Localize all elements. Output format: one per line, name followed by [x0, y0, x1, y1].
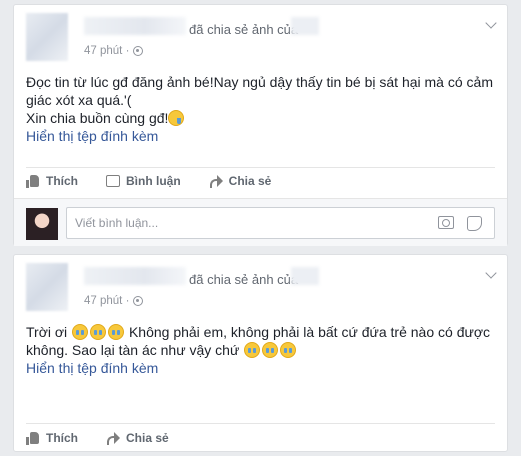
- post-header-text: đã chia sẻ ảnh của: [189, 22, 298, 37]
- chevron-down-icon[interactable]: [485, 267, 497, 279]
- like-button[interactable]: Thích: [26, 431, 78, 445]
- post-header-text: đã chia sẻ ảnh của: [189, 272, 298, 287]
- chevron-down-icon[interactable]: [485, 17, 497, 29]
- globe-icon[interactable]: [133, 296, 144, 306]
- post-time[interactable]: 47 phút ·: [84, 45, 129, 57]
- like-label: Thích: [46, 431, 78, 445]
- post-card: đã chia sẻ ảnh của 47 phút · Trời ơi Khô…: [13, 254, 508, 452]
- share-icon: [106, 432, 120, 445]
- post-text-line: Đọc tin từ lúc gđ đăng ảnh bé!Nay ngủ dậ…: [26, 74, 493, 108]
- crying-emoji-icon: [108, 324, 125, 340]
- like-icon: [26, 431, 40, 445]
- shared-source-name[interactable]: [291, 17, 319, 35]
- like-icon: [26, 174, 40, 188]
- post-actions: Thích Bình luận Chia sẻ: [26, 167, 495, 195]
- post-meta: 47 phút ·: [84, 45, 144, 57]
- post-body: Đọc tin từ lúc gđ đăng ảnh bé!Nay ngủ dậ…: [26, 73, 495, 145]
- crying-emoji-icon: [262, 342, 279, 358]
- crying-emoji-icon: [244, 342, 261, 358]
- post-card: đã chia sẻ ảnh của 47 phút · Đọc tin từ …: [13, 4, 508, 246]
- sticker-icon[interactable]: [467, 216, 482, 231]
- show-attachment-link[interactable]: Hiển thị tệp đính kèm: [26, 359, 495, 377]
- shared-action-text: đã chia sẻ ảnh của: [189, 272, 299, 287]
- crying-emoji-icon: [280, 342, 297, 358]
- crying-emoji-icon: [90, 324, 107, 340]
- post-meta: 47 phút ·: [84, 295, 144, 307]
- like-button[interactable]: Thích: [26, 174, 78, 188]
- author-avatar[interactable]: [26, 263, 68, 311]
- share-button[interactable]: Chia sẻ: [106, 431, 169, 445]
- post-body: Trời ơi Không phải em, không phải là bất…: [26, 323, 495, 377]
- sad-emoji-icon: [168, 110, 185, 126]
- post-text-line: Trời ơi: [26, 324, 68, 340]
- author-name[interactable]: [84, 17, 186, 35]
- crying-emoji-icon: [72, 324, 89, 340]
- author-name[interactable]: [84, 267, 186, 285]
- shared-source-name[interactable]: [291, 267, 319, 285]
- globe-icon[interactable]: [133, 46, 144, 56]
- camera-icon[interactable]: [438, 216, 454, 229]
- post-time[interactable]: 47 phút ·: [84, 295, 129, 307]
- comment-button[interactable]: Bình luận: [106, 174, 181, 188]
- post-actions: Thích Chia sẻ: [26, 424, 495, 452]
- share-label: Chia sẻ: [126, 431, 169, 445]
- show-attachment-link[interactable]: Hiển thị tệp đính kèm: [26, 127, 495, 145]
- avatar[interactable]: [26, 208, 58, 240]
- share-icon: [209, 175, 223, 188]
- author-avatar[interactable]: [26, 13, 68, 61]
- comment-input[interactable]: Viết bình luận...: [66, 207, 495, 239]
- share-label: Chia sẻ: [228, 174, 272, 188]
- comment-icon: [106, 175, 120, 187]
- comment-label: Bình luận: [126, 174, 181, 188]
- comment-composer: Viết bình luận...: [14, 198, 507, 246]
- shared-action-text: đã chia sẻ ảnh của: [189, 22, 299, 37]
- share-button[interactable]: Chia sẻ: [209, 174, 272, 188]
- like-label: Thích: [46, 174, 78, 188]
- comment-placeholder: Viết bình luận...: [75, 216, 159, 230]
- post-text-line: Xin chia buồn cùng gđ!: [26, 110, 169, 126]
